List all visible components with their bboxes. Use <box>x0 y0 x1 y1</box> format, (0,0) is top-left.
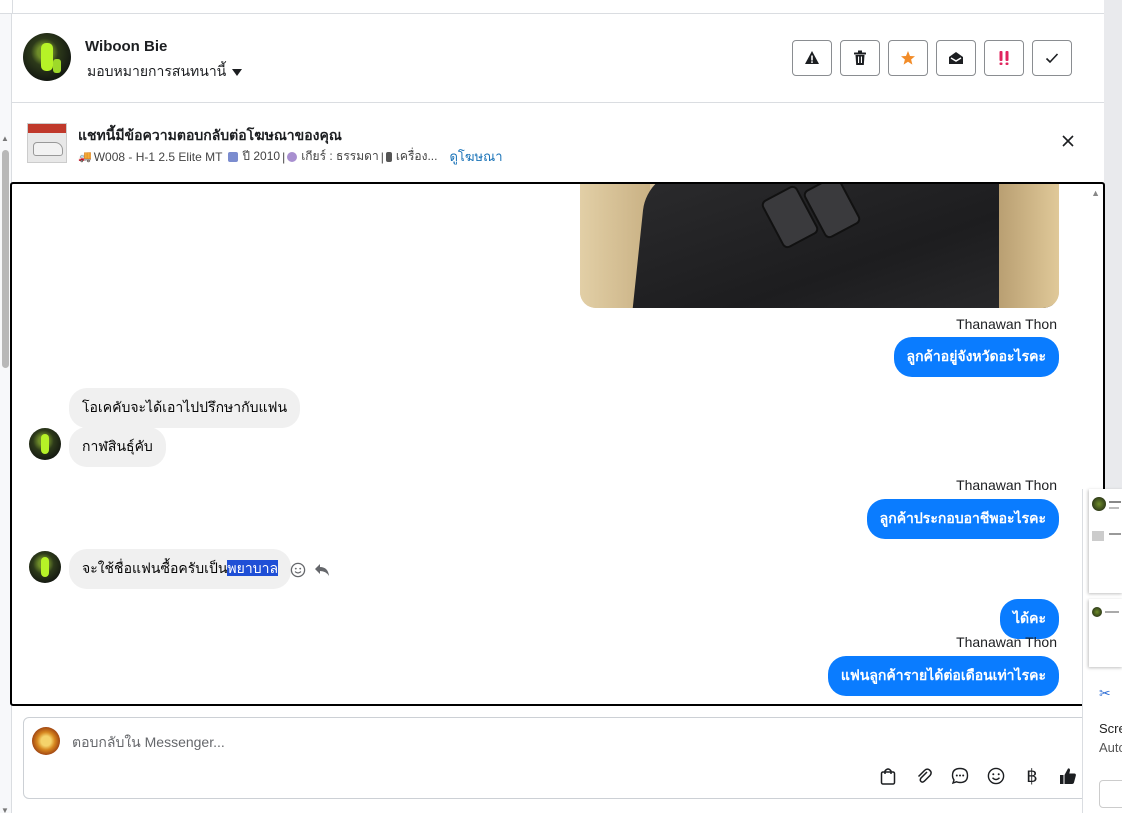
ad-thumbnail[interactable] <box>27 123 67 163</box>
divider <box>12 0 13 14</box>
overlay-text-2: Auto <box>1099 740 1122 755</box>
outgoing-message[interactable]: แฟนลูกค้ารายได้ต่อเดือนเท่าไรคะ <box>827 656 1059 696</box>
avatar-figure <box>41 557 49 577</box>
trash-icon <box>854 50 866 65</box>
close-banner-button[interactable] <box>1058 131 1078 151</box>
scrollbar-thumb[interactable] <box>2 150 9 368</box>
mark-unread-icon <box>949 52 963 64</box>
selected-text: พยาบาล <box>227 560 279 576</box>
page-avatar <box>32 727 60 755</box>
preview-line <box>1105 611 1119 613</box>
avatar-figure-child <box>53 59 61 73</box>
messenger-inbox-page: ▲ ▼ Wiboon Bie มอบหมายการสนทนานี้ แชทนี้… <box>0 0 1122 813</box>
mark-unread-button[interactable] <box>936 40 976 76</box>
contact-avatar[interactable] <box>23 33 71 81</box>
outgoing-message[interactable]: ลูกค้าประกอบอาชีพอะไรคะ <box>866 499 1059 539</box>
ad-banner-title: แชทนี้มีข้อความตอบกลับต่อโฆษณาของคุณ <box>78 127 342 143</box>
overlay-text-1: Scre <box>1099 721 1122 736</box>
ad-thumbnail-band <box>28 124 66 133</box>
car-image <box>33 142 63 156</box>
sender-name: Thanawan Thon <box>956 634 1057 650</box>
ad-reply-banner: แชทนี้มีข้อความตอบกลับต่อโฆษณาของคุณ 🚚 W… <box>12 103 1104 183</box>
close-icon <box>1062 135 1074 147</box>
report-button[interactable] <box>792 40 832 76</box>
truck-icon: 🚚 <box>78 151 92 163</box>
contact-avatar-small[interactable] <box>29 428 61 460</box>
overlay-button[interactable] <box>1099 780 1122 808</box>
scroll-up-arrow-icon[interactable]: ▲ <box>1091 188 1100 198</box>
preview-avatar <box>1092 497 1106 511</box>
preview-card <box>1089 489 1122 593</box>
message-actions <box>290 562 330 578</box>
floating-panel[interactable]: ✂ Scre Auto <box>1082 489 1122 813</box>
check-icon <box>1045 53 1059 64</box>
contact-avatar-small[interactable] <box>29 551 61 583</box>
emoji-react-icon[interactable] <box>290 562 306 578</box>
priority-icon <box>999 51 1009 65</box>
screenshot-tool-icon: ✂ <box>1099 685 1111 701</box>
scroll-up-arrow-icon[interactable]: ▲ <box>1 134 9 143</box>
sent-photo[interactable] <box>580 184 1059 308</box>
saved-reply-icon[interactable] <box>949 765 971 787</box>
calendar-icon <box>228 151 239 162</box>
ad-engine: เครื่อง... <box>395 149 438 163</box>
photo-seat-area <box>999 184 1059 308</box>
preview-card <box>1089 599 1122 667</box>
warning-icon <box>805 51 819 64</box>
contact-name[interactable]: Wiboon Bie <box>85 38 167 55</box>
avatar-figure <box>41 434 49 454</box>
ad-model: W008 - H-1 2.5 Elite MT <box>93 149 223 164</box>
incoming-message[interactable]: โอเคคับจะได้เอาไปปรึกษากับแฟน <box>69 388 301 428</box>
star-icon <box>901 51 915 65</box>
assign-conversation-dropdown[interactable]: มอบหมายการสนทนานี้ <box>87 61 243 83</box>
reply-input[interactable] <box>72 732 772 752</box>
preview-line <box>1109 533 1121 535</box>
baht-icon[interactable]: ฿ <box>1021 765 1043 787</box>
sender-name: Thanawan Thon <box>956 477 1057 493</box>
star-button[interactable] <box>888 40 928 76</box>
shopping-bag-icon[interactable] <box>877 765 899 787</box>
avatar-figure <box>41 43 53 71</box>
preview-line <box>1109 501 1121 503</box>
separator: | <box>282 149 286 164</box>
gear-icon <box>287 151 298 162</box>
incoming-message[interactable]: จะใช้ชื่อแฟนซื้อครับเป็นพยาบาล <box>69 549 292 589</box>
paperclip-icon[interactable] <box>913 765 935 787</box>
preview-line <box>1109 507 1119 509</box>
delete-button[interactable] <box>840 40 880 76</box>
done-button[interactable] <box>1032 40 1072 76</box>
top-bar <box>0 0 1104 14</box>
thumbs-up-icon[interactable] <box>1057 765 1079 787</box>
message-text: จะใช้ชื่อแฟนซื้อครับเป็น <box>82 560 228 576</box>
outgoing-message[interactable]: ได้คะ <box>999 599 1059 639</box>
view-ad-link[interactable]: ดูโฆษณา <box>449 146 502 167</box>
reply-composer: ฿ <box>23 717 1091 799</box>
ad-details: 🚚 W008 - H-1 2.5 Elite MT ปี 2010 | เกีย… <box>78 146 503 167</box>
outgoing-message[interactable]: ลูกค้าอยู่จังหวัดอะไรคะ <box>893 337 1059 377</box>
incoming-message[interactable]: กาฬสินธุ์คับ <box>69 427 166 467</box>
caret-down-icon <box>232 68 243 76</box>
preview-avatar <box>1092 607 1102 617</box>
engine-icon <box>385 151 392 162</box>
composer-tools: ฿ <box>877 765 1079 787</box>
ad-year: ปี 2010 <box>242 149 281 163</box>
separator: | <box>380 149 384 164</box>
emoji-icon[interactable] <box>985 765 1007 787</box>
message-thread[interactable]: ▲ Thanawan Thon ลูกค้าอยู่จังหวัดอะไรคะ … <box>10 182 1105 706</box>
header-actions <box>792 40 1072 76</box>
conversation-header: Wiboon Bie มอบหมายการสนทนานี้ <box>12 14 1104 103</box>
priority-button[interactable] <box>984 40 1024 76</box>
assign-label: มอบหมายการสนทนานี้ <box>87 63 227 79</box>
reply-arrow-icon[interactable] <box>314 563 330 577</box>
scroll-down-arrow-icon[interactable]: ▼ <box>1 806 9 813</box>
ad-gear: เกียร์ : ธรรมดา <box>301 149 379 163</box>
preview-thumb <box>1092 531 1104 541</box>
sender-name: Thanawan Thon <box>956 316 1057 332</box>
